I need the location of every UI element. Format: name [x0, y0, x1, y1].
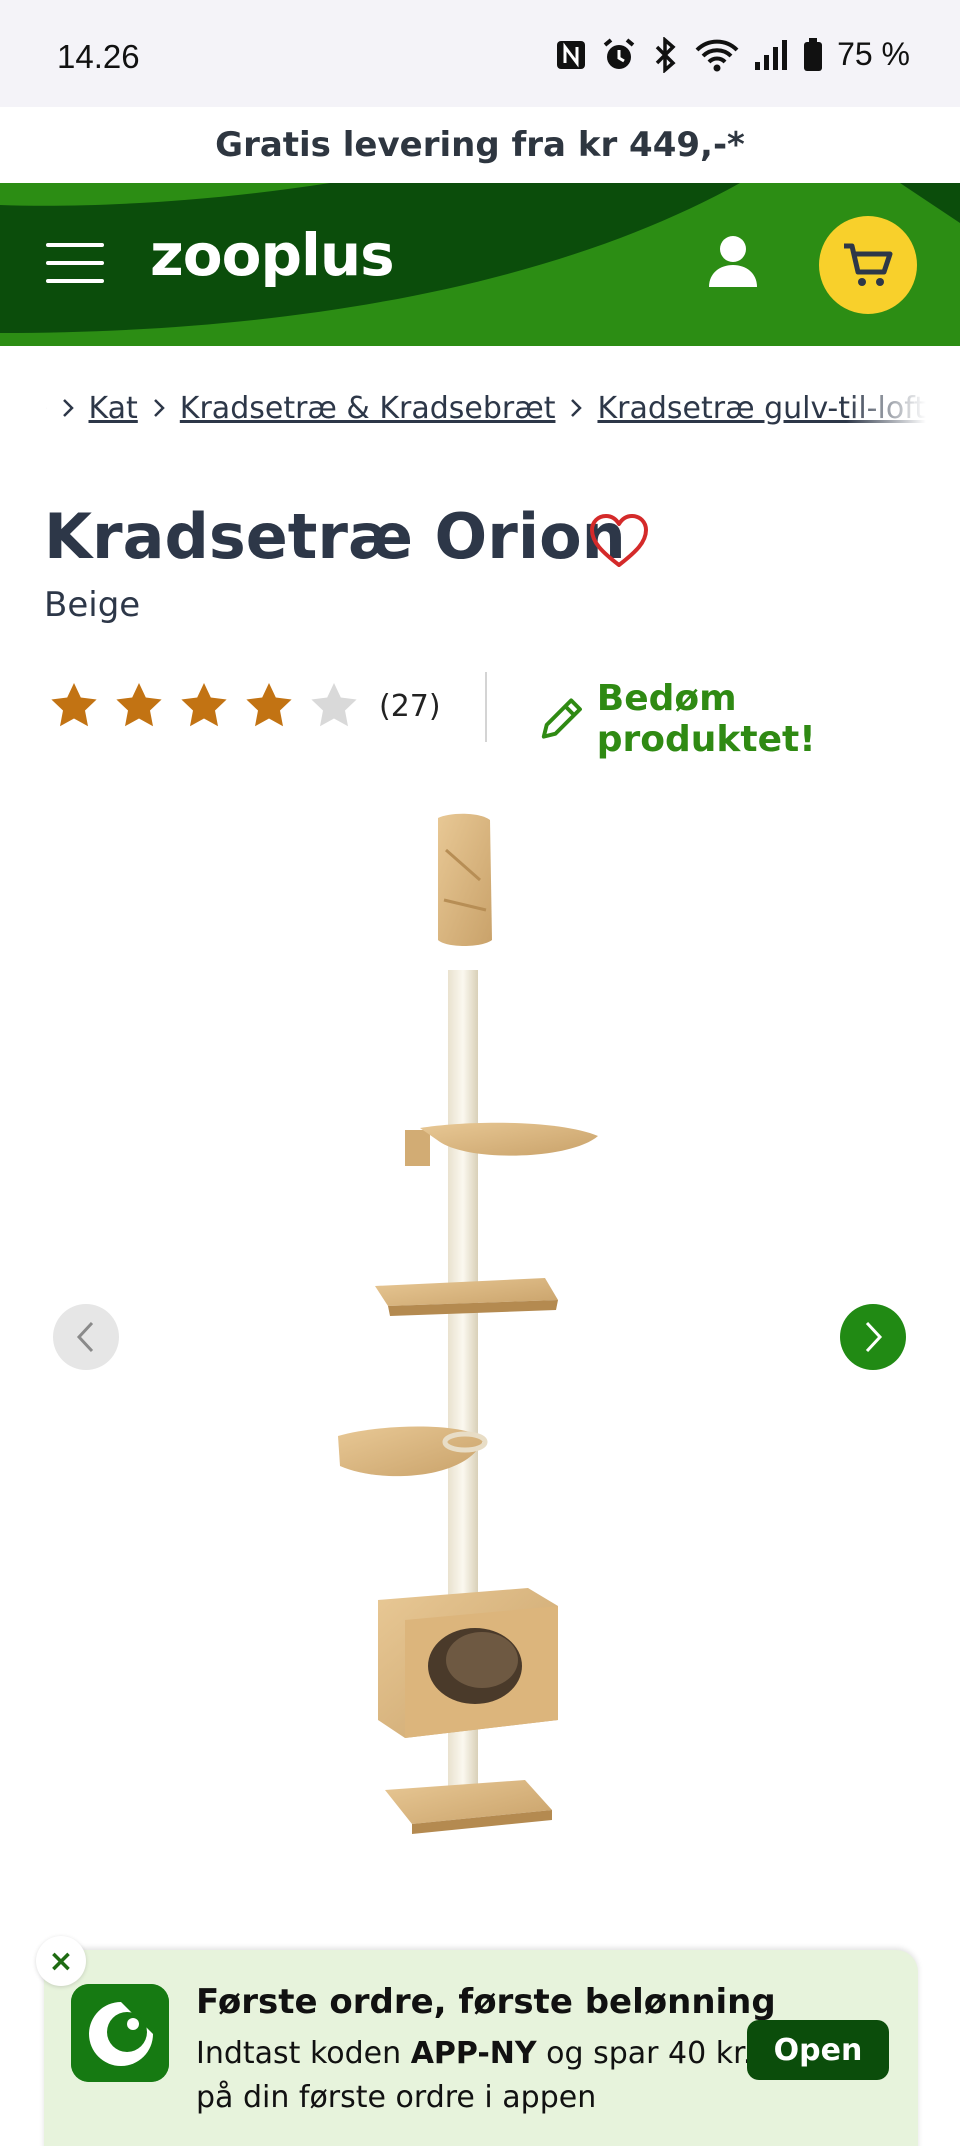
menu-line: [46, 279, 104, 283]
status-bar: 14.26 75 %: [0, 0, 960, 107]
cart-icon: [844, 243, 893, 286]
pencil-icon: [541, 698, 582, 739]
free-delivery-banner[interactable]: Gratis levering fra kr 449,-*: [0, 107, 960, 183]
breadcrumb-fade: [846, 383, 926, 433]
previous-image-button[interactable]: [53, 1304, 119, 1370]
zooplus-app-icon: [71, 1984, 169, 2082]
heart-icon[interactable]: [588, 512, 650, 570]
bluetooth-icon: [655, 36, 676, 73]
status-time: 14.26: [57, 38, 140, 75]
star-icon: [116, 683, 162, 727]
star-icon: [181, 683, 227, 727]
banner-headline: Første ordre, første belønning: [196, 1982, 776, 2022]
cart-button[interactable]: [819, 216, 917, 314]
chevron-right-icon: [61, 397, 75, 419]
header-background-swoosh: [0, 183, 960, 346]
cat-tree-image: [338, 813, 598, 1834]
chevron-right-icon: [569, 397, 583, 419]
menu-line: [46, 261, 104, 265]
star-rating[interactable]: (27): [48, 680, 441, 732]
app-download-banner: × Første ordre, første belønning Indtast…: [36, 1936, 918, 2146]
site-header: zooplus: [0, 183, 960, 346]
promo-code: APP-NY: [410, 2036, 537, 2071]
next-image-button[interactable]: [840, 1304, 906, 1370]
signal-icon: [755, 39, 788, 70]
account-icon[interactable]: [700, 229, 766, 295]
nfc-icon: [557, 40, 586, 69]
review-count[interactable]: (27): [379, 689, 441, 724]
open-app-button[interactable]: Open: [747, 2020, 889, 2080]
rate-product-label: Bedøm produktet!: [596, 678, 816, 760]
product-title: Kradsetræ Orion: [44, 500, 626, 573]
rating-divider: [485, 672, 487, 742]
alarm-icon: [603, 37, 635, 69]
banner-body: Indtast koden APP-NY og spar 40 kr. på d…: [196, 2032, 756, 2120]
zooplus-logo[interactable]: zooplus: [150, 221, 395, 289]
home-icon[interactable]: [46, 390, 47, 426]
star-icon: [51, 683, 97, 727]
breadcrumb: Kat Kradsetræ & Kradsebræt Kradsetræ gul…: [46, 383, 926, 433]
chevron-left-icon: [76, 1321, 94, 1353]
close-banner-button[interactable]: ×: [36, 1936, 86, 1986]
product-variant: Beige: [44, 585, 141, 625]
wifi-icon: [695, 39, 739, 71]
rate-product-button[interactable]: Bedøm produktet!: [534, 678, 960, 760]
chevron-right-icon: [152, 397, 166, 419]
product-gallery[interactable]: [0, 790, 960, 1900]
breadcrumb-link[interactable]: Kradsetræ & Kradsebræt: [180, 391, 556, 426]
breadcrumb-link[interactable]: Kat: [89, 391, 138, 426]
battery-icon: [804, 37, 823, 71]
battery-level: 75 %: [837, 36, 910, 72]
star-icon: [246, 683, 292, 727]
menu-line: [46, 243, 104, 247]
chevron-right-icon: [865, 1321, 883, 1353]
banner-body-prefix: Indtast koden: [196, 2036, 411, 2071]
star-empty-icon: [311, 683, 357, 727]
menu-button[interactable]: [46, 243, 104, 287]
status-icons: 75 %: [555, 36, 910, 73]
